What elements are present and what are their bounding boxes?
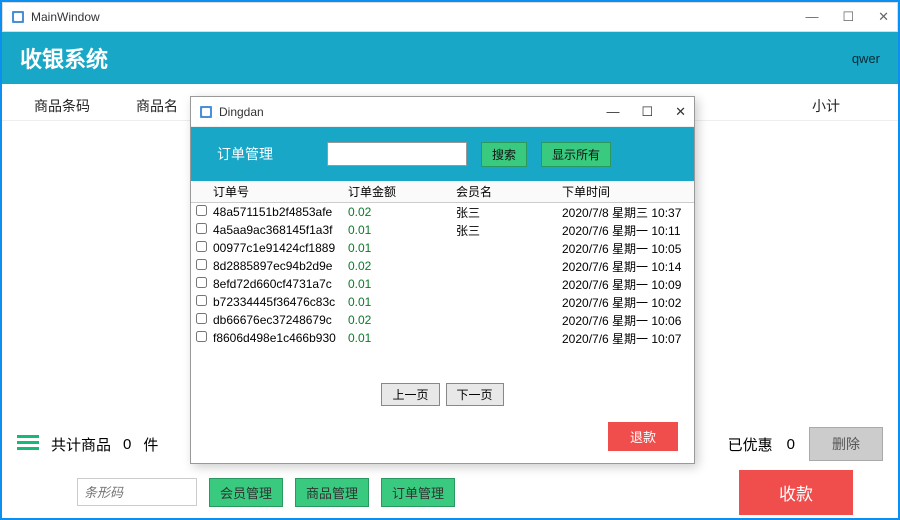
cell-time: 2020/7/6 星期一 10:09 bbox=[560, 276, 694, 293]
dialog-footer: 上一页 下一页 退款 bbox=[191, 373, 694, 463]
table-row[interactable]: 00977c1e91424cf18890.01 2020/7/6 星期一 10:0… bbox=[191, 239, 694, 257]
row-checkbox[interactable] bbox=[196, 277, 207, 288]
cell-time: 2020/7/8 星期三 10:37 bbox=[560, 204, 694, 221]
dialog-maximize-button[interactable]: ☐ bbox=[641, 104, 653, 120]
table-row[interactable]: db66676ec37248679c0.02 2020/7/6 星期一 10:06 bbox=[191, 311, 694, 329]
cell-order-id: 48a571151b2f4853afe bbox=[211, 205, 346, 219]
col-order-amount[interactable]: 订单金额 bbox=[346, 183, 454, 200]
cell-amount: 0.01 bbox=[346, 331, 454, 345]
cell-time: 2020/7/6 星期一 10:02 bbox=[560, 294, 694, 311]
cell-order-id: f8606d498e1c466b930 bbox=[211, 331, 346, 345]
main-titlebar: MainWindow — ☐ ✕ bbox=[2, 2, 898, 32]
app-title: 收银系统 bbox=[20, 42, 108, 74]
member-mgmt-button[interactable]: 会员管理 bbox=[209, 478, 283, 507]
cell-order-id: 8d2885897ec94b2d9e bbox=[211, 259, 346, 273]
row-checkbox[interactable] bbox=[196, 241, 207, 252]
table-row[interactable]: 8d2885897ec94b2d9e0.02 2020/7/6 星期一 10:14 bbox=[191, 257, 694, 275]
dialog-minimize-button[interactable]: — bbox=[606, 104, 619, 120]
cell-amount: 0.01 bbox=[346, 241, 454, 255]
user-label: qwer bbox=[852, 51, 880, 66]
refund-button[interactable]: 退款 bbox=[608, 422, 678, 451]
col-name: 商品名 bbox=[132, 96, 192, 116]
app-icon bbox=[11, 10, 25, 24]
discount-label: 已优惠 bbox=[728, 434, 773, 455]
row-checkbox[interactable] bbox=[196, 223, 207, 234]
cell-amount: 0.02 bbox=[346, 205, 454, 219]
dialog-close-button[interactable]: ✕ bbox=[675, 104, 686, 120]
col-barcode: 商品条码 bbox=[2, 96, 132, 116]
next-page-button[interactable]: 下一页 bbox=[446, 383, 504, 406]
summary-label: 共计商品 bbox=[51, 434, 111, 455]
dialog-titlebar: Dingdan — ☐ ✕ bbox=[191, 97, 694, 127]
discount-value: 0 bbox=[787, 436, 795, 453]
main-window-title: MainWindow bbox=[31, 10, 100, 24]
table-row[interactable]: f8606d498e1c466b9300.01 2020/7/6 星期一 10:0… bbox=[191, 329, 694, 347]
app-header: 收银系统 qwer bbox=[2, 32, 898, 84]
table-row[interactable]: 4a5aa9ac368145f1a3f0.01张三2020/7/6 星期一 10… bbox=[191, 221, 694, 239]
row-checkbox[interactable] bbox=[196, 259, 207, 270]
cell-order-id: 00977c1e91424cf1889 bbox=[211, 241, 346, 255]
dialog-header-label: 订单管理 bbox=[217, 144, 273, 164]
row-checkbox[interactable] bbox=[196, 205, 207, 216]
cell-amount: 0.01 bbox=[346, 277, 454, 291]
cell-amount: 0.02 bbox=[346, 313, 454, 327]
table-row[interactable]: 8efd72d660cf4731a7c0.01 2020/7/6 星期一 10:0… bbox=[191, 275, 694, 293]
maximize-button[interactable]: ☐ bbox=[842, 9, 854, 25]
cell-time: 2020/7/6 星期一 10:11 bbox=[560, 222, 694, 239]
order-table: 订单号 订单金额 会员名 下单时间 48a571151b2f4853afe0.0… bbox=[191, 181, 694, 347]
summary-count: 0 bbox=[123, 436, 131, 453]
order-table-header: 订单号 订单金额 会员名 下单时间 bbox=[191, 181, 694, 203]
order-mgmt-button[interactable]: 订单管理 bbox=[381, 478, 455, 507]
cell-amount: 0.01 bbox=[346, 223, 454, 237]
cell-member: 张三 bbox=[454, 222, 560, 239]
col-order-time[interactable]: 下单时间 bbox=[560, 183, 694, 200]
cell-time: 2020/7/6 星期一 10:05 bbox=[560, 240, 694, 257]
show-all-button[interactable]: 显示所有 bbox=[541, 142, 611, 167]
dialog-header: 订单管理 搜索 显示所有 bbox=[191, 127, 694, 181]
cell-amount: 0.01 bbox=[346, 295, 454, 309]
minimize-button[interactable]: — bbox=[805, 9, 818, 25]
hamburger-icon[interactable] bbox=[17, 435, 39, 453]
dialog-app-icon bbox=[199, 105, 213, 119]
row-checkbox[interactable] bbox=[196, 295, 207, 306]
cell-time: 2020/7/6 星期一 10:07 bbox=[560, 330, 694, 347]
checkout-button[interactable]: 收款 bbox=[739, 470, 853, 515]
col-member[interactable]: 会员名 bbox=[454, 183, 560, 200]
col-order-id[interactable]: 订单号 bbox=[211, 183, 346, 200]
order-dialog: Dingdan — ☐ ✕ 订单管理 搜索 显示所有 订单号 订单金额 会员名 … bbox=[190, 96, 695, 464]
dialog-title: Dingdan bbox=[219, 105, 264, 119]
col-subtotal: 小计 bbox=[808, 96, 898, 116]
table-row[interactable]: 48a571151b2f4853afe0.02张三2020/7/8 星期三 10… bbox=[191, 203, 694, 221]
product-mgmt-button[interactable]: 商品管理 bbox=[295, 478, 369, 507]
cell-time: 2020/7/6 星期一 10:06 bbox=[560, 312, 694, 329]
cell-member: 张三 bbox=[454, 204, 560, 221]
search-input[interactable] bbox=[327, 142, 467, 166]
barcode-input[interactable] bbox=[77, 478, 197, 506]
cell-order-id: b72334445f36476c83c bbox=[211, 295, 346, 309]
search-button[interactable]: 搜索 bbox=[481, 142, 527, 167]
action-bar: 会员管理 商品管理 订单管理 收款 bbox=[2, 466, 898, 518]
pager: 上一页 下一页 bbox=[207, 383, 678, 406]
cell-order-id: 4a5aa9ac368145f1a3f bbox=[211, 223, 346, 237]
row-checkbox[interactable] bbox=[196, 313, 207, 324]
cell-amount: 0.02 bbox=[346, 259, 454, 273]
cell-order-id: 8efd72d660cf4731a7c bbox=[211, 277, 346, 291]
delete-button[interactable]: 删除 bbox=[809, 427, 883, 461]
cell-order-id: db66676ec37248679c bbox=[211, 313, 346, 327]
row-checkbox[interactable] bbox=[196, 331, 207, 342]
prev-page-button[interactable]: 上一页 bbox=[381, 383, 439, 406]
cell-time: 2020/7/6 星期一 10:14 bbox=[560, 258, 694, 275]
table-row[interactable]: b72334445f36476c83c0.01 2020/7/6 星期一 10:0… bbox=[191, 293, 694, 311]
summary-unit: 件 bbox=[143, 434, 158, 455]
close-button[interactable]: ✕ bbox=[878, 9, 889, 25]
